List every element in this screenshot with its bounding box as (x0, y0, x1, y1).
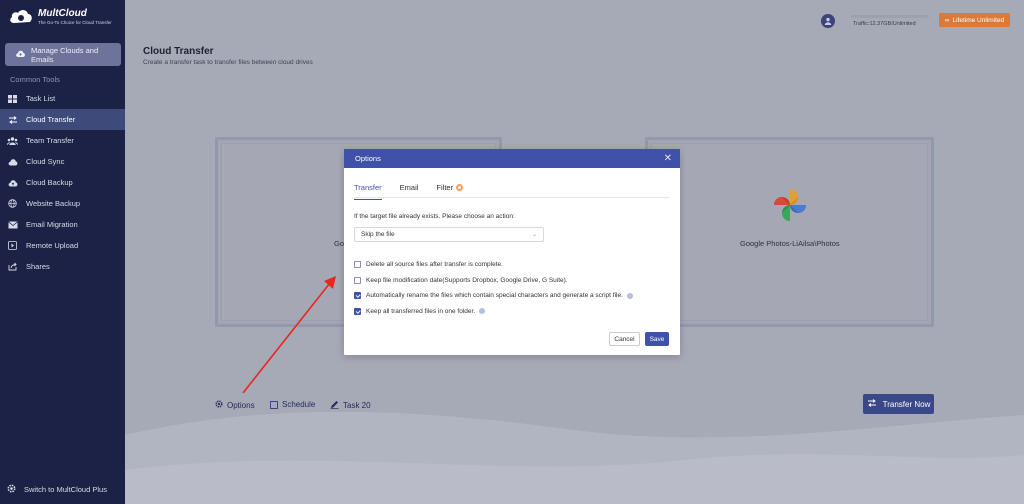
tab-filter[interactable]: Filter (436, 182, 464, 197)
common-tools-label: Common Tools (10, 75, 60, 84)
team-icon (7, 135, 18, 146)
target-cloud-label: Google Photos-LiAilsa\Photos (740, 239, 840, 248)
infinity-icon: ∞ (944, 16, 950, 24)
gear-icon (7, 484, 16, 495)
switch-to-plus-button[interactable]: Switch to MultCloud Plus (7, 484, 107, 495)
checkbox-unchecked[interactable] (354, 276, 361, 284)
options-label: Options (227, 400, 255, 410)
dialog-tabs: Transfer Email Filter (354, 182, 669, 200)
sync-icon (7, 156, 18, 167)
sidebar: MultCloud The Go-To Choice for Cloud Tra… (0, 0, 125, 476)
sidebar-item-team-transfer[interactable]: Team Transfer (0, 130, 125, 151)
tab-filter-label: Filter (436, 183, 454, 192)
target-cloud-card[interactable] (645, 137, 934, 327)
option-label: Delete all source files after transfer i… (366, 261, 503, 269)
premium-badge-icon (456, 184, 464, 191)
transfer-icon (7, 114, 18, 125)
chevron-down-icon: ⌄ (531, 232, 537, 238)
target-action-select[interactable]: Skip the file ⌄ (354, 227, 544, 242)
logo[interactable]: MultCloud The Go-To Choice for Cloud Tra… (8, 7, 112, 25)
option-keep-modification-date[interactable]: Keep file modification date(Supports Dro… (354, 273, 633, 289)
cloud-upload-icon (15, 49, 26, 60)
manage-clouds-button[interactable]: Manage Clouds and Emails (5, 43, 121, 66)
checkbox-unchecked[interactable] (354, 261, 361, 269)
source-cloud-label: Go (334, 239, 345, 248)
close-icon[interactable]: ✕ (664, 153, 672, 164)
schedule-label: Schedule (282, 400, 316, 409)
upload-icon (7, 240, 18, 251)
sidebar-item-label: Shares (26, 262, 50, 271)
cancel-button[interactable]: Cancel (609, 332, 640, 346)
options-dialog: Options ✕ Transfer Email Filter If the t… (344, 149, 680, 355)
multcloud-logo-icon (8, 7, 34, 25)
option-label: Keep file modification date(Supports Dro… (366, 276, 568, 284)
option-label: Automatically rename the files which con… (366, 292, 623, 300)
checkbox-checked[interactable] (354, 307, 361, 315)
share-icon (7, 261, 18, 272)
options-button[interactable]: Options (215, 400, 255, 410)
sidebar-item-task-list[interactable]: Task List (0, 88, 125, 109)
dialog-header: Options ✕ (344, 149, 680, 168)
target-exists-label: If the target file already exists. Pleas… (354, 213, 515, 220)
switch-to-plus-label: Switch to MultCloud Plus (24, 485, 107, 494)
email-icon (7, 219, 18, 230)
option-auto-rename[interactable]: Automatically rename the files which con… (354, 288, 633, 304)
gear-icon (215, 400, 223, 410)
transfer-icon (867, 399, 877, 409)
logo-subtitle: The Go-To Choice for Cloud Transfer (38, 19, 112, 25)
info-icon[interactable] (479, 308, 486, 315)
page-subtitle: Create a transfer task to transfer files… (143, 59, 313, 66)
sidebar-item-label: Website Backup (26, 199, 81, 208)
option-label: Keep all transferred files in one folder… (366, 307, 476, 315)
user-avatar[interactable] (821, 14, 835, 28)
sidebar-item-label: Task List (26, 94, 56, 103)
sidebar-item-website-backup[interactable]: Website Backup (0, 193, 125, 214)
tab-email[interactable]: Email (400, 182, 419, 197)
logo-title: MultCloud (38, 7, 87, 19)
sidebar-item-shares[interactable]: Shares (0, 256, 125, 277)
sidebar-item-remote-upload[interactable]: Remote Upload (0, 235, 125, 256)
traffic-progress-bar (851, 15, 929, 18)
google-photos-icon (774, 189, 806, 221)
sidebar-item-cloud-sync[interactable]: Cloud Sync (0, 151, 125, 172)
sidebar-item-label: Remote Upload (26, 241, 79, 250)
traffic-text: Traffic:12.37GB/Unlimited (853, 21, 916, 27)
manage-clouds-label: Manage Clouds and Emails (31, 45, 99, 64)
task-list-icon (7, 93, 18, 104)
schedule-button[interactable]: Schedule (270, 400, 315, 409)
globe-icon (7, 198, 18, 209)
sidebar-item-label: Email Migration (26, 220, 78, 229)
lifetime-label: Lifetime Unlimited (952, 16, 1005, 24)
sidebar-item-label: Cloud Backup (26, 178, 73, 187)
option-one-folder[interactable]: Keep all transferred files in one folder… (354, 304, 633, 320)
dialog-title: Options (355, 154, 381, 163)
sidebar-item-label: Team Transfer (26, 136, 74, 145)
checkbox-checked[interactable] (354, 292, 361, 300)
task-name-button[interactable]: Task 20 (330, 400, 371, 411)
lifetime-unlimited-button[interactable]: ∞ Lifetime Unlimited (939, 13, 1010, 27)
transfer-now-label: Transfer Now (882, 399, 931, 409)
options-checklist: Delete all source files after transfer i… (354, 257, 633, 319)
sidebar-item-label: Cloud Transfer (26, 115, 76, 124)
task-name-label: Task 20 (343, 401, 371, 410)
sidebar-nav: Task List Cloud Transfer Team Transfer C… (0, 88, 125, 277)
sidebar-item-cloud-transfer[interactable]: Cloud Transfer (0, 109, 125, 130)
pen-icon (330, 400, 339, 411)
sidebar-item-cloud-backup[interactable]: Cloud Backup (0, 172, 125, 193)
save-button[interactable]: Save (645, 332, 669, 346)
transfer-now-button[interactable]: Transfer Now (863, 394, 934, 414)
cloud-backup-icon (7, 177, 18, 188)
page-title: Cloud Transfer (143, 46, 214, 57)
info-icon[interactable] (626, 292, 633, 299)
tab-transfer[interactable]: Transfer (354, 182, 382, 200)
option-delete-source[interactable]: Delete all source files after transfer i… (354, 257, 633, 273)
sidebar-item-label: Cloud Sync (26, 157, 65, 166)
target-action-value: Skip the file (361, 231, 395, 238)
schedule-checkbox-icon (270, 400, 278, 409)
user-icon (824, 17, 832, 25)
sidebar-item-email-migration[interactable]: Email Migration (0, 214, 125, 235)
